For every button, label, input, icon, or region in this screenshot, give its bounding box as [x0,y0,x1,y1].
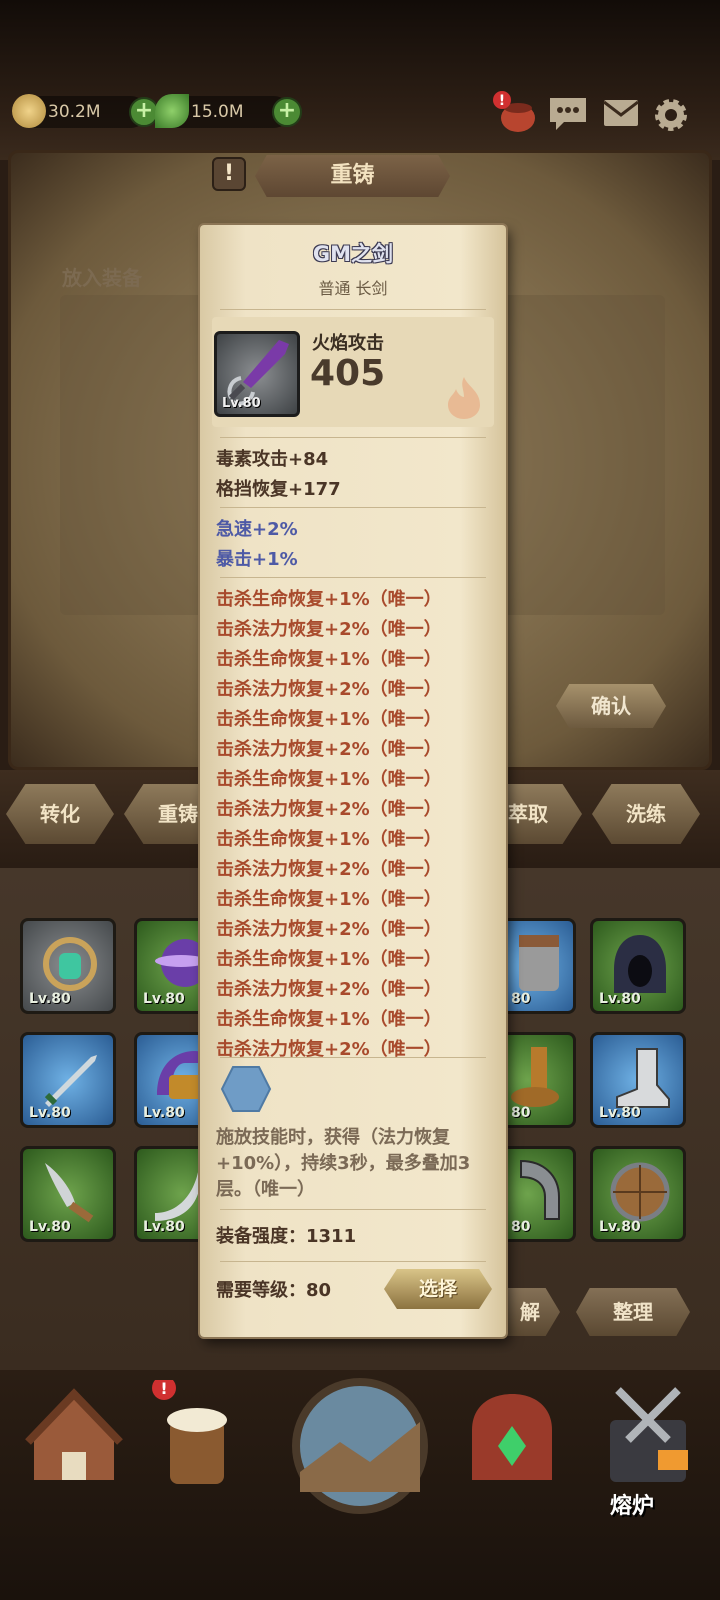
inventory-slot[interactable]: Lv.80 [20,918,116,1014]
unique-stat: 击杀法力恢复+2%（唯一） [216,679,442,700]
tab-refine[interactable]: 洗练 [592,784,700,844]
mail-icon[interactable] [602,96,642,132]
item-level: Lv.80 [143,991,185,1007]
item-level: 80 [511,1219,531,1235]
unique-stat: 击杀生命恢复+1%（唯一） [216,589,442,610]
item-level: 80 [511,991,531,1007]
item-level: Lv.80 [599,1105,641,1121]
item-subtitle: 普通 长剑 [318,279,388,298]
blue-stat: 急速+2% [216,519,298,540]
nav-treasure-icon[interactable] [452,1380,572,1500]
svg-text:!: ! [160,1380,167,1398]
divider [220,1057,486,1058]
divider [220,577,486,578]
leaf-amount: 15.0M [191,102,244,122]
unique-stat: 击杀法力恢复+2%（唯一） [216,979,442,1000]
item-name: GM之剑 [312,242,394,266]
item-level: Lv.80 [599,1219,641,1235]
leaf-icon [155,94,189,128]
item-level: Lv.80 [29,1219,71,1235]
confirm-button[interactable]: 确认 [556,684,666,728]
svg-text:!: ! [499,93,505,109]
item-level: Lv.80 [599,991,641,1007]
inventory-slot[interactable]: Lv.80 [590,918,686,1014]
nav-adventure-icon[interactable] [290,1376,430,1516]
blue-stat: 暴击+1% [216,549,298,570]
base-stat: 格挡恢复+177 [216,479,341,500]
main-stat-name: 火焰攻击 [312,333,384,354]
put-equipment-label: 放入装备 [62,266,142,290]
gold-coin-icon [12,94,46,128]
nav-home-icon[interactable] [14,1380,134,1500]
base-stat: 毒素攻击+84 [216,449,329,470]
skill-hexagon-icon [220,1066,272,1112]
unique-stat: 击杀生命恢复+1%（唯一） [216,1009,442,1030]
divider [220,309,486,310]
item-level: Lv.80 [222,396,261,411]
add-leaf-button[interactable]: + [272,97,302,127]
tab-convert[interactable]: 转化 [6,784,114,844]
nav-tavern-icon[interactable]: ! [140,1376,260,1500]
required-level: 需要等级：80 [216,1280,332,1301]
unique-stat: 击杀法力恢复+2%（唯一） [216,859,442,880]
unique-stat: 击杀生命恢复+1%（唯一） [216,949,442,970]
divider [220,437,486,438]
event-pot-icon[interactable]: ! [492,90,535,132]
inventory-slot[interactable]: Lv.80 [590,1146,686,1242]
top-bar [0,0,720,160]
skill-description: 施放技能时，获得（法力恢复+10%），持续3秒，最多叠加3层。（唯一） [216,1127,471,1200]
inventory-slot[interactable]: Lv.80 [20,1032,116,1128]
unique-stat: 击杀生命恢复+1%（唯一） [216,649,442,670]
gold-amount: 30.2M [48,102,101,122]
item-tooltip: GM之剑 普通 长剑 Lv.80 火焰攻击 405 毒素攻击+84 格挡恢复+1… [200,225,506,1337]
inventory-slot[interactable]: Lv.80 [20,1146,116,1242]
settings-gear-icon[interactable] [652,96,692,132]
select-button[interactable]: 选择 [384,1269,492,1309]
equipment-power: 装备强度：1311 [216,1226,357,1247]
inventory-slot[interactable]: Lv.80 [590,1032,686,1128]
sword-icon: Lv.80 [214,331,300,417]
fire-element-icon [448,377,480,419]
unique-stat: 击杀法力恢复+2%（唯一） [216,919,442,940]
item-level: Lv.80 [29,1105,71,1121]
unique-stat: 击杀生命恢复+1%（唯一） [216,769,442,790]
item-level: Lv.80 [143,1105,185,1121]
divider [220,1261,486,1262]
unique-stat: 击杀法力恢复+2%（唯一） [216,799,442,820]
warning-icon[interactable]: ! [212,157,246,191]
panel-title: 重铸 [255,155,450,197]
item-level: Lv.80 [143,1219,185,1235]
unique-stat: 击杀生命恢复+1%（唯一） [216,829,442,850]
nav-forge-label: 熔炉 [610,1494,655,1519]
gold-counter: 30.2M + [12,94,159,128]
unique-stat: 击杀生命恢复+1%（唯一） [216,709,442,730]
unique-stat: 击杀法力恢复+2%（唯一） [216,619,442,640]
divider [220,1209,486,1210]
sort-button[interactable]: 整理 [576,1288,690,1336]
leaf-counter: 15.0M + [155,94,302,128]
main-stat-value: 405 [310,353,386,394]
nav-forge-icon[interactable] [588,1380,708,1500]
item-level: 80 [511,1105,531,1121]
unique-stat: 击杀生命恢复+1%（唯一） [216,889,442,910]
divider [220,507,486,508]
chat-icon[interactable] [548,96,588,132]
item-level: Lv.80 [29,991,71,1007]
unique-stat: 击杀法力恢复+2%（唯一） [216,739,442,760]
